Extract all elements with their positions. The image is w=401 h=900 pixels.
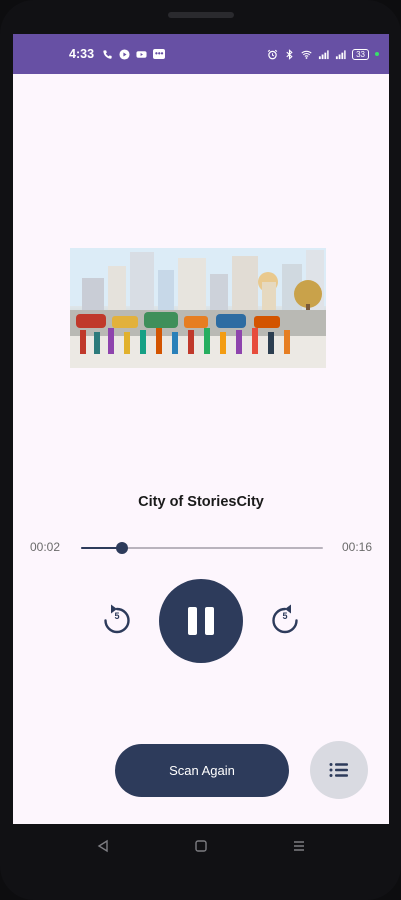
nav-back-button[interactable] [93,836,113,856]
pause-button[interactable] [159,579,243,663]
rewind-seconds: 5 [114,611,120,621]
status-time: 4:33 [69,47,95,61]
back-triangle-icon [97,839,108,853]
seek-bar[interactable] [81,542,323,554]
app-screen: 4:33 ••• 33 City of StoriesCity 00:02 00… [13,34,389,824]
playlist-button[interactable] [310,741,368,799]
status-bar: 4:33 ••• 33 [13,34,389,74]
privacy-indicator-dot [375,52,379,56]
nav-recents-button[interactable] [289,836,309,856]
youtube-icon [136,50,147,58]
album-artwork [70,248,326,368]
track-title: City of StoriesCity [138,494,264,510]
nav-home-button[interactable] [191,836,211,856]
rewind-5-button[interactable]: 5 [99,600,135,638]
speaker-grille [168,12,234,18]
phone-icon [103,49,112,59]
phone-frame: 4:33 ••• 33 City of StoriesCity 00:02 00… [0,0,401,900]
pause-icon [188,607,197,635]
recents-menu-icon [293,841,304,851]
battery-indicator: 33 [352,48,369,60]
scan-again-button[interactable]: Scan Again [115,744,289,797]
signal-icon [336,49,346,59]
elapsed-time: 00:02 [30,540,61,554]
wifi-icon [301,50,312,59]
play-circle-icon [119,48,130,60]
message-icon: ••• [153,49,166,59]
alarm-icon [267,49,278,59]
seek-thumb[interactable] [116,542,129,554]
bluetooth-icon [286,48,293,60]
pause-icon-bar [205,607,214,635]
system-nav-bar [0,824,401,868]
forward-5-button[interactable]: 5 [267,600,303,638]
forward-seconds: 5 [282,611,288,621]
list-icon [329,763,348,777]
total-time: 00:16 [341,540,372,554]
signal-icon [319,49,329,59]
city-illustration [70,248,326,368]
home-square-icon [194,840,207,852]
